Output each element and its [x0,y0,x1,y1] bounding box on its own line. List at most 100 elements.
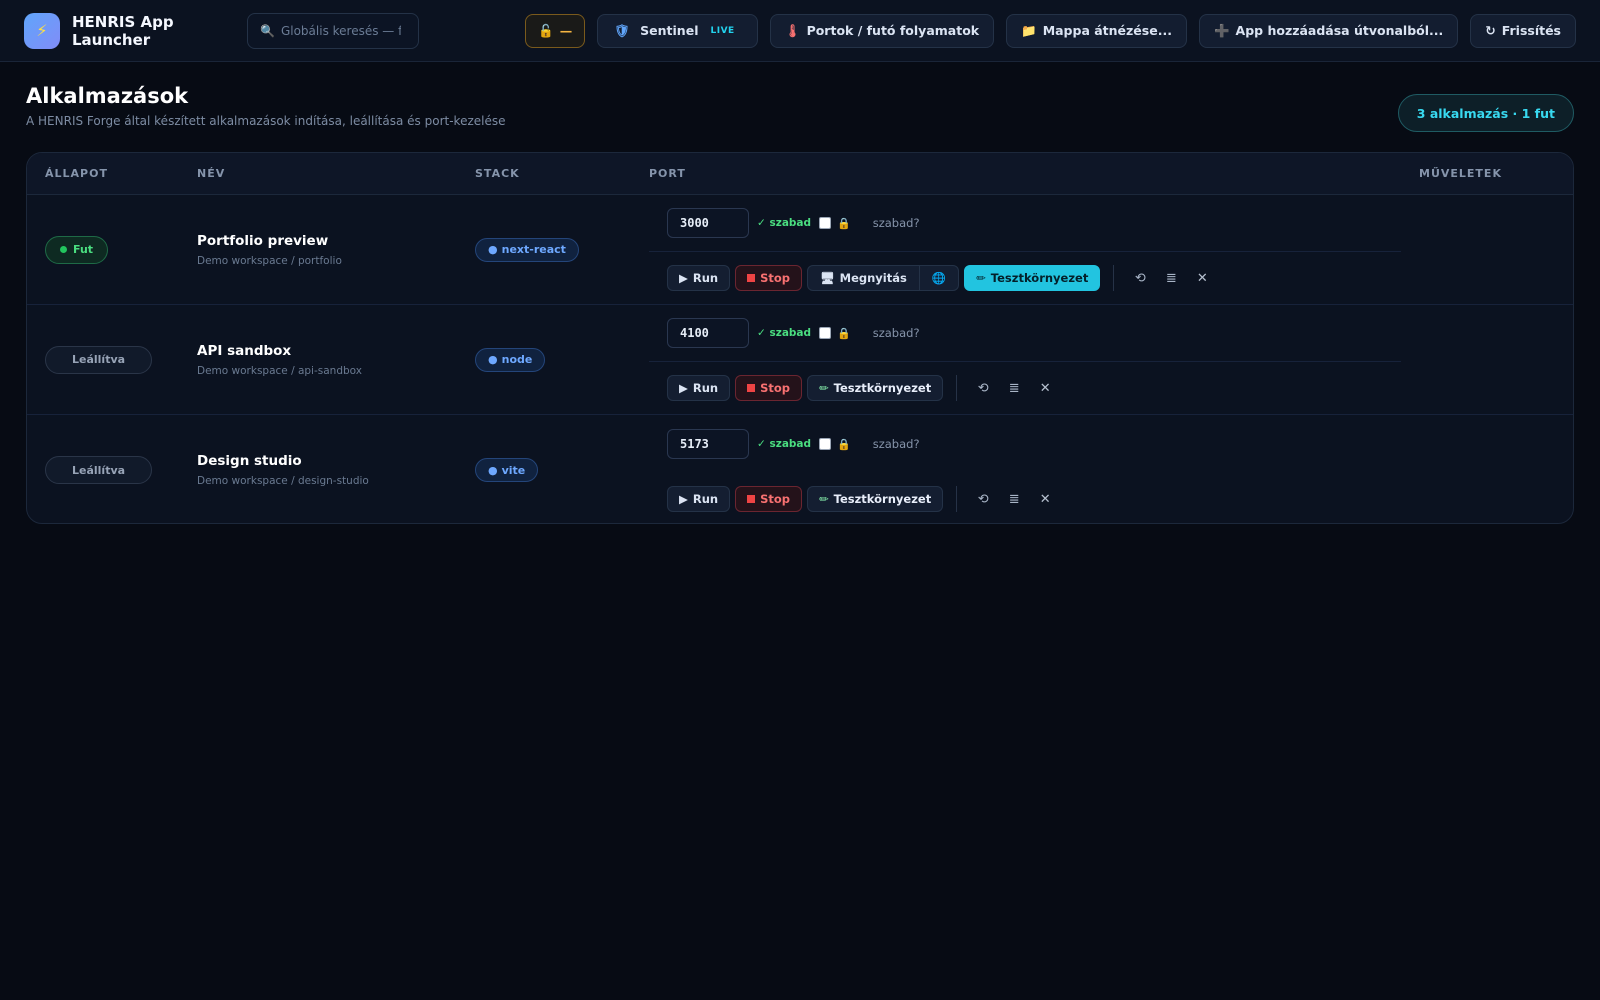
add-app-button[interactable]: ➕ App hozzáadása útvonalból... [1198,13,1459,48]
restart-icon[interactable]: ⟲ [1127,271,1153,286]
header-name: NÉV [197,167,226,180]
monitor-icon: 🖥 [820,271,835,286]
open-button[interactable]: 🖥 Megnyitás [807,265,920,292]
check-port-free-link[interactable]: szabad? [873,437,920,451]
play-icon: ▶ [679,492,688,506]
status-label: Leállítva [72,463,126,477]
browse-folder-label: Mappa átnézése... [1042,23,1172,38]
stack-label: next-react [501,243,566,256]
app-name: Design studio [197,453,302,469]
ports-processes-button[interactable]: 🌡 Portok / futó folyamatok [769,13,995,48]
app-path: Demo workspace / portfolio [197,254,342,267]
divider [1113,265,1115,292]
pencil-icon: ✏ [819,381,829,396]
stop-square-icon [747,495,756,503]
port-free-status: ✓ szabad [757,327,812,340]
port-lock-checkbox[interactable] [819,327,832,340]
refresh-label: Frissítés [1501,23,1561,38]
open-label: Megnyitás [839,271,907,286]
test-environment-button[interactable]: ✏ Tesztkörnyezet [807,486,944,512]
test-environment-button[interactable]: ✏ Tesztkörnyezet [964,265,1101,292]
status-badge: Fut [45,235,109,264]
port-free-status: ✓ szabad [757,217,812,230]
divider [956,375,958,402]
bolt-icon: ⚡ [36,21,48,40]
port-line: ✓ szabad 🔒 szabad? [649,305,1401,363]
shield-icon: 🛡 [614,22,631,38]
port-cell: ✓ szabad 🔒 szabad? ▶ Run Stop 🖥 Megnyitás … [649,195,1419,304]
run-button[interactable]: ▶ Run [667,265,731,292]
table-row: Leállítva Design studio Demo workspace /… [27,415,1573,523]
name-cell: Portfolio preview Demo workspace / portf… [197,195,475,304]
lock-toggle-button[interactable]: 🔓 — [525,13,586,48]
globe-icon: 🌐 [931,271,947,286]
operations-cell [1419,305,1573,414]
unlock-icon: 🔓 [538,22,554,38]
port-input[interactable] [667,208,749,239]
port-lock-checkbox[interactable] [819,217,832,230]
lock-status-label: — [559,23,573,38]
restart-icon[interactable]: ⟲ [970,492,996,507]
app-logo: ⚡ [24,12,60,49]
stop-button[interactable]: Stop [735,375,803,402]
search-input[interactable] [280,23,401,38]
port-input[interactable] [667,429,749,459]
port-cell: ✓ szabad 🔒 szabad? ▶ Run Stop ✏ Tesztkörny… [649,415,1419,523]
pencil-icon: ✏ [819,492,829,506]
stop-square-icon [747,384,756,393]
thermometer-icon: 🌡 [784,22,801,38]
check-port-free-link[interactable]: szabad? [873,326,920,340]
browse-folder-button[interactable]: 📁 Mappa átnézése... [1006,13,1187,48]
global-search[interactable]: 🔍 [247,12,419,49]
lock-icon: 🔒 [837,216,851,230]
header-operations: MŰVELETEK [1419,167,1502,180]
sentinel-button[interactable]: 🛡 Sentinel LIVE [597,13,758,48]
action-line: ▶ Run Stop ✏ Tesztkörnyezet ⟲ ≣ ✕ [649,473,1419,523]
header-port: PORT [649,167,686,180]
run-button[interactable]: ▶ Run [667,375,731,402]
operations-cell [1419,195,1573,304]
stack-badge: ● node [475,347,546,372]
search-icon: 🔍 [260,23,275,38]
state-cell: Leállítva [27,415,197,523]
close-icon[interactable]: ✕ [1189,271,1215,286]
run-button[interactable]: ▶ Run [667,486,731,512]
lock-icon: 🔒 [837,326,851,340]
stop-label: Stop [760,381,791,396]
port-lock-checkbox[interactable] [819,438,832,450]
name-cell: API sandbox Demo workspace / api-sandbox [197,305,475,414]
stop-button[interactable]: Stop [735,486,803,512]
stop-label: Stop [760,492,791,506]
play-icon: ▶ [679,271,688,286]
close-icon[interactable]: ✕ [1032,492,1058,507]
apps-table: ÁLLAPOT NÉV STACK PORT MŰVELETEK Fut Por… [26,152,1574,524]
run-label: Run [692,271,719,286]
port-cell: ✓ szabad 🔒 szabad? ▶ Run Stop ✏ Tesztkörny… [649,305,1419,414]
plus-icon: ➕ [1213,22,1230,38]
open-browser-button[interactable]: 🌐 [919,265,960,292]
port-input[interactable] [667,318,749,349]
run-label: Run [692,492,719,506]
stack-cell: ● vite [475,415,649,523]
restart-icon[interactable]: ⟲ [970,381,996,396]
stop-label: Stop [760,271,791,286]
test-environment-button[interactable]: ✏ Tesztkörnyezet [807,375,944,402]
stop-button[interactable]: Stop [735,265,803,292]
check-port-free-link[interactable]: szabad? [873,216,920,230]
play-icon: ▶ [679,381,688,396]
close-icon[interactable]: ✕ [1032,381,1058,396]
logs-icon[interactable]: ≣ [1001,381,1027,396]
header-state: ÁLLAPOT [45,167,108,180]
refresh-icon: ↻ [1485,23,1496,38]
app-name: Portfolio preview [197,232,329,249]
top-bar: ⚡ HENRIS App Launcher 🔍 🔓 — 🛡 Sentinel L… [0,0,1600,62]
status-dot-icon [60,246,67,253]
summary-badge: 3 alkalmazás · 1 fut [1397,94,1574,132]
stack-cell: ● node [475,305,649,414]
action-line: ▶ Run Stop 🖥 Megnyitás 🌐 ✏ Tesztkörnyezet ⟲… [649,252,1419,304]
logs-icon[interactable]: ≣ [1158,271,1184,286]
refresh-button[interactable]: ↻ Frissítés [1470,13,1576,48]
table-header: ÁLLAPOT NÉV STACK PORT MŰVELETEK [27,153,1573,195]
test-environment-label: Tesztkörnyezet [833,492,932,506]
logs-icon[interactable]: ≣ [1001,492,1027,507]
